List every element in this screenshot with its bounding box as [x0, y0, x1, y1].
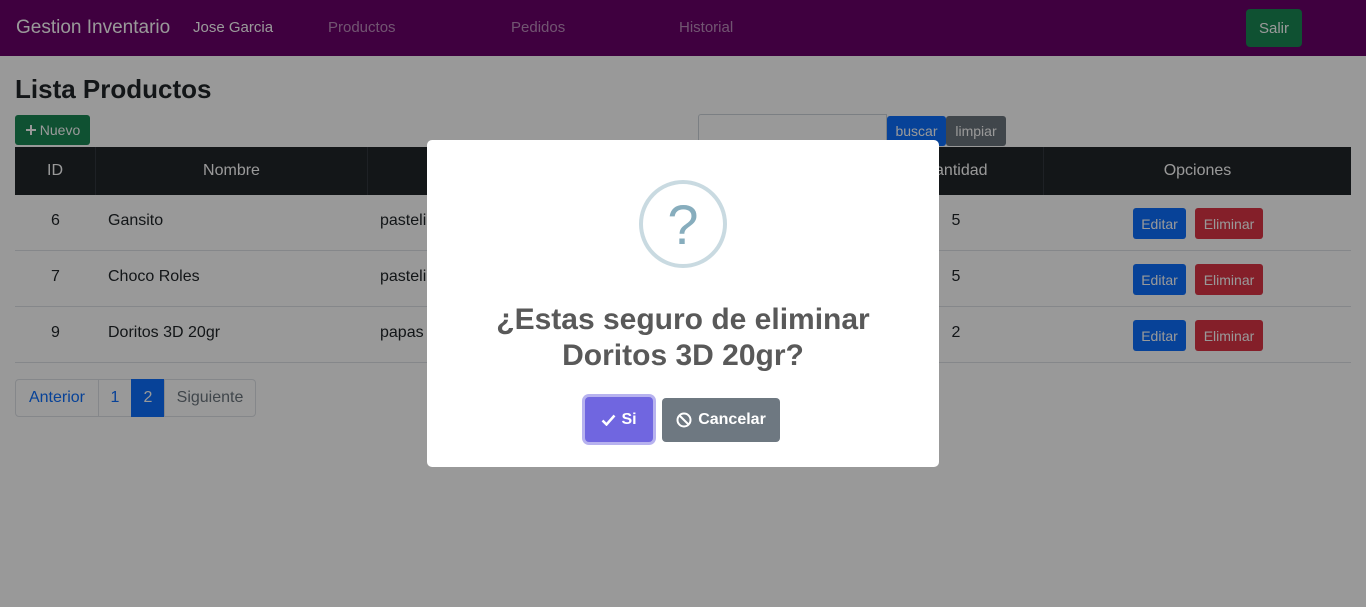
dialog-title: ¿Estas seguro de eliminar Doritos 3D 20g… — [496, 303, 870, 372]
cancel-button[interactable]: Cancelar — [662, 398, 780, 442]
ban-icon — [676, 412, 692, 428]
confirm-label: Si — [621, 410, 637, 428]
question-icon: ? — [639, 180, 727, 268]
confirm-delete-dialog: ? ¿Estas seguro de eliminar Doritos 3D 2… — [427, 140, 939, 467]
confirm-button[interactable]: Si — [585, 397, 653, 442]
cancel-label: Cancelar — [698, 411, 766, 428]
check-icon — [602, 414, 616, 426]
